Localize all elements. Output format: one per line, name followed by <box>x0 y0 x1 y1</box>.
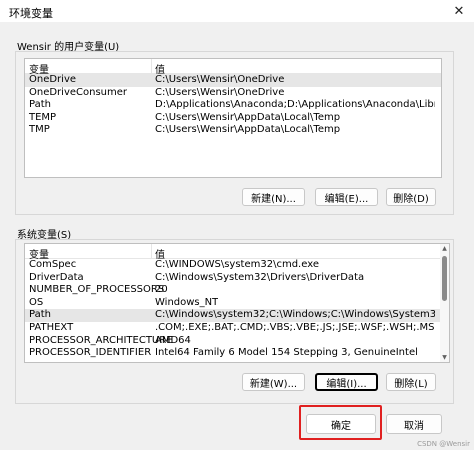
scroll-up-icon[interactable]: ▲ <box>440 245 449 252</box>
system-var-row[interactable]: Path C:\Windows\system32;C:\Windows;C:\Wi… <box>25 309 449 322</box>
user-new-button[interactable]: 新建(N)... <box>242 188 305 206</box>
variable-name: OS <box>29 296 44 308</box>
variable-name: PROCESSOR_ARCHITECTURE <box>29 334 173 346</box>
system-var-row[interactable]: PATHEXT .COM;.EXE;.BAT;.CMD;.VBS;.VBE;.JS… <box>25 322 449 335</box>
title-bar: 环境变量 ✕ <box>0 0 474 22</box>
user-var-row[interactable]: OneDrive C:\Users\Wensir\OneDrive <box>25 74 441 87</box>
scrollbar-thumb[interactable] <box>442 256 447 301</box>
system-var-row[interactable]: NUMBER_OF_PROCESSORS 20 <box>25 284 449 297</box>
variable-value: Windows_NT <box>155 296 219 308</box>
variable-name: Path <box>29 99 51 111</box>
variable-name: PATHEXT <box>29 322 74 333</box>
user-var-row[interactable]: TEMP C:\Users\Wensir\AppData\Local\Temp <box>25 112 441 125</box>
window-title: 环境变量 <box>9 7 53 20</box>
system-var-row[interactable]: DriverData C:\Windows\System32\Drivers\Dr… <box>25 272 449 285</box>
variable-value: 20 <box>155 284 168 296</box>
system-delete-button[interactable]: 删除(L) <box>386 373 436 391</box>
variable-value: C:\Users\Wensir\OneDrive <box>155 86 285 98</box>
system-vars-header: 变量 值 <box>25 244 449 261</box>
variable-value: C:\Users\Wensir\AppData\Local\Temp <box>155 111 341 123</box>
user-var-row[interactable]: TMP C:\Users\Wensir\AppData\Local\Temp <box>25 124 441 137</box>
variable-value: C:\Users\Wensir\OneDrive <box>155 74 285 85</box>
variable-name: OneDrive <box>29 74 77 85</box>
variable-value: C:\Windows\System32\Drivers\DriverData <box>155 271 365 283</box>
system-vars-list[interactable]: 变量 值 ComSpec C:\WINDOWS\system32\cmd.exe D… <box>24 243 450 363</box>
column-divider[interactable] <box>151 244 152 258</box>
variable-name: TMP <box>29 124 50 136</box>
system-var-row[interactable]: OS Windows_NT <box>25 297 449 310</box>
system-new-button[interactable]: 新建(W)... <box>242 373 305 391</box>
variable-value: .COM;.EXE;.BAT;.CMD;.VBS;.VBE;.JS;.JSE;.… <box>155 322 435 333</box>
variable-value: Intel64 Family 6 Model 154 Stepping 3, G… <box>155 347 418 359</box>
variable-value: C:\Windows\system32;C:\Windows;C:\Window… <box>155 309 435 321</box>
user-var-row[interactable]: Path D:\Applications\Anaconda;D:\Applicat… <box>25 99 441 112</box>
variable-name: ComSpec <box>29 259 77 270</box>
variable-name: DriverData <box>29 271 84 283</box>
scroll-down-icon[interactable]: ▼ <box>440 354 449 361</box>
system-vars-scrollbar[interactable]: ▲ ▼ <box>440 244 449 362</box>
variable-value: AMD64 <box>155 334 191 346</box>
cancel-button[interactable]: 取消 <box>386 414 442 434</box>
variable-name: PROCESSOR_IDENTIFIER <box>29 347 152 359</box>
user-delete-button[interactable]: 删除(D) <box>386 188 436 206</box>
variable-name: NUMBER_OF_PROCESSORS <box>29 284 165 296</box>
variable-value: C:\WINDOWS\system32\cmd.exe <box>155 259 319 270</box>
user-edit-button[interactable]: 编辑(E)... <box>315 188 378 206</box>
close-icon[interactable]: ✕ <box>444 0 474 22</box>
variable-name: Path <box>29 309 51 321</box>
user-var-row[interactable]: OneDriveConsumer C:\Users\Wensir\OneDrive <box>25 87 441 100</box>
user-vars-header: 变量 值 <box>25 59 441 76</box>
system-edit-button[interactable]: 编辑(I)... <box>315 373 378 391</box>
ok-highlight-annotation <box>299 405 382 440</box>
variable-value: D:\Applications\Anaconda;D:\Applications… <box>155 99 435 111</box>
variable-name: TEMP <box>29 111 57 123</box>
system-var-row[interactable]: PROCESSOR_IDENTIFIER Intel64 Family 6 Mod… <box>25 347 449 360</box>
variable-name: OneDriveConsumer <box>29 86 128 98</box>
user-vars-list[interactable]: 变量 值 OneDrive C:\Users\Wensir\OneDrive One… <box>24 58 442 178</box>
system-var-row[interactable]: ComSpec C:\WINDOWS\system32\cmd.exe <box>25 259 449 272</box>
column-divider[interactable] <box>151 59 152 73</box>
variable-value: C:\Users\Wensir\AppData\Local\Temp <box>155 124 341 136</box>
watermark: CSDN @Wensir <box>417 440 470 448</box>
system-var-row[interactable]: PROCESSOR_ARCHITECTURE AMD64 <box>25 335 449 348</box>
